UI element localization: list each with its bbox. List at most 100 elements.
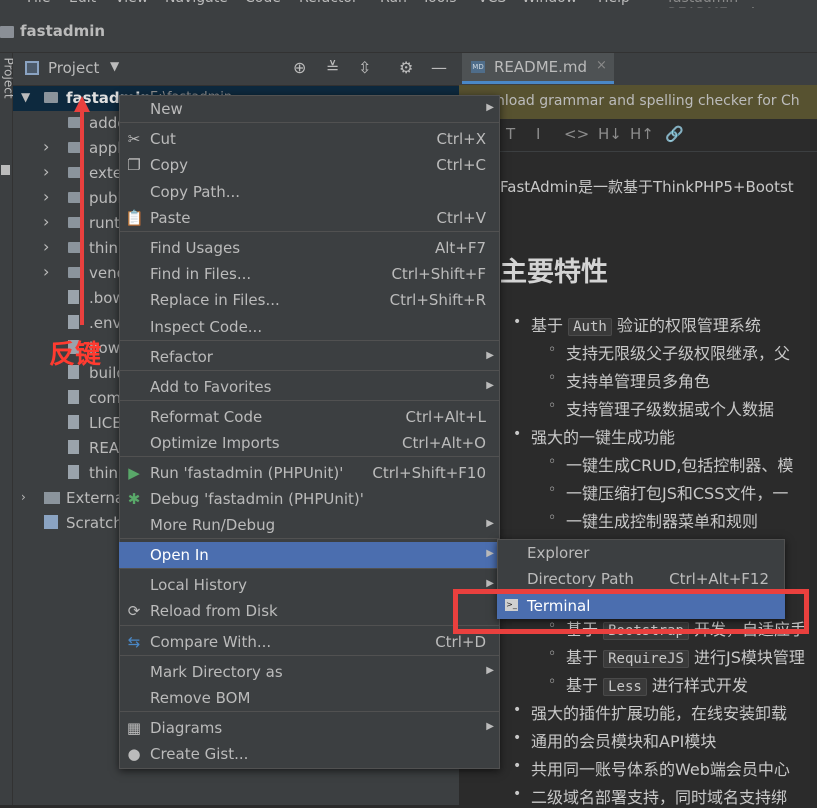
chevron-down-icon[interactable]: ▼ <box>21 90 30 104</box>
chevron-right-icon[interactable]: › <box>43 262 49 281</box>
menu-separator <box>120 538 499 539</box>
chevron-down-icon[interactable]: ▼ <box>110 59 119 73</box>
expand-all-icon[interactable]: ≚ <box>326 58 339 77</box>
menu-item-copy-path[interactable]: Copy Path... <box>119 179 500 205</box>
menu-item-label: Diagrams <box>150 719 223 737</box>
list-bullet: ◦ <box>548 370 557 386</box>
menu-item-run-fastadmin-phpunit[interactable]: ▶ Run 'fastadmin (PHPUnit)' Ctrl+Shift+F10 <box>119 460 500 486</box>
chevron-right-icon[interactable]: › <box>43 187 49 206</box>
list-item-text: 基于 <box>531 316 569 335</box>
menu-item-find-in-files[interactable]: Find in Files... Ctrl+Shift+F <box>119 261 500 287</box>
menu-separator <box>120 122 499 123</box>
list-item-text: 支持单管理员多角色 <box>566 372 711 391</box>
menu-separator <box>120 625 499 626</box>
structure-tool-icon[interactable] <box>1 165 10 175</box>
menu-edit[interactable]: Edit <box>69 0 96 6</box>
menu-item-add-to-favorites[interactable]: Add to Favorites ▶ <box>119 374 500 400</box>
project-title: fastadmin <box>20 22 106 40</box>
chevron-right-icon[interactable]: › <box>43 162 49 181</box>
tab-readme[interactable]: MD README.md × <box>462 53 614 84</box>
collapse-all-icon[interactable]: ⇳ <box>358 58 371 77</box>
chevron-right-icon[interactable]: › <box>43 212 49 231</box>
list-bullet: • <box>513 702 522 718</box>
menu-item-cut[interactable]: ✂ Cut Ctrl+X <box>119 126 500 152</box>
submenu-arrow-icon: ▶ <box>486 102 494 113</box>
menu-item-inspect-code[interactable]: Inspect Code... <box>119 314 500 340</box>
editor-tab-bar: MD README.md × <box>459 53 817 86</box>
menu-file[interactable]: File <box>27 0 50 6</box>
diagrams-icon: ▦ <box>126 719 142 737</box>
link-icon[interactable]: 🔗 <box>665 125 684 143</box>
menu-tools[interactable]: Tools <box>422 0 457 6</box>
menu-item-copy[interactable]: ❐ Copy Ctrl+C <box>119 152 500 178</box>
submenu-item-explorer[interactable]: Explorer <box>497 540 785 566</box>
list-bullet: • <box>513 426 522 442</box>
project-view-icon <box>25 61 39 75</box>
menu-item-new[interactable]: New ▶ <box>119 96 500 122</box>
chevron-right-icon[interactable]: › <box>43 137 49 156</box>
menu-item-local-history[interactable]: Local History ▶ <box>119 572 500 598</box>
submenu-arrow-icon: ▶ <box>486 380 494 391</box>
menu-item-diagrams[interactable]: ▦ Diagrams ▶ <box>119 715 500 741</box>
menu-code[interactable]: Code <box>245 0 281 6</box>
list-item-text: 支持无限级父子级权限继承，父 <box>566 344 791 363</box>
menu-item-open-in[interactable]: Open In ▶ <box>119 542 500 568</box>
menu-item-shortcut: Ctrl+D <box>435 633 486 651</box>
menu-item-reformat-code[interactable]: Reformat Code Ctrl+Alt+L <box>119 404 500 430</box>
project-panel-title[interactable]: Project <box>48 59 99 77</box>
menu-vcs[interactable]: VCS <box>478 0 506 6</box>
submenu-arrow-icon: ▶ <box>486 665 494 676</box>
menu-item-label: Add to Favorites <box>150 378 272 396</box>
menu-item-label: Find Usages <box>150 239 241 257</box>
file-icon <box>68 415 79 429</box>
menu-separator <box>120 456 499 457</box>
chevron-right-icon[interactable]: › <box>21 490 26 504</box>
menu-item-reload-from-disk[interactable]: ⟳ Reload from Disk <box>119 598 500 624</box>
menu-separator <box>120 231 499 232</box>
menu-navigate[interactable]: Navigate <box>165 0 228 6</box>
menu-item-debug-fastadmin-phpunit[interactable]: ✱ Debug 'fastadmin (PHPUnit)' <box>119 486 500 512</box>
list-item-text: 强大的插件扩展功能，在线安装卸载 <box>531 704 788 723</box>
menu-item-optimize-imports[interactable]: Optimize Imports Ctrl+Alt+O <box>119 430 500 456</box>
menu-item-mark-directory-as[interactable]: Mark Directory as ▶ <box>119 659 500 685</box>
header-down-icon[interactable]: H↓ <box>598 125 622 143</box>
menu-item-paste[interactable]: 📋 Paste Ctrl+V <box>119 205 500 231</box>
menu-item-more-run-debug[interactable]: More Run/Debug ▶ <box>119 512 500 538</box>
folder-icon <box>44 92 58 103</box>
menu-item-compare-with[interactable]: ⇆ Compare With... Ctrl+D <box>119 629 500 655</box>
strikethrough-icon[interactable]: T <box>506 125 515 143</box>
settings-icon[interactable]: ⚙ <box>399 58 413 77</box>
submenu-arrow-icon: ▶ <box>486 350 494 361</box>
close-icon[interactable]: × <box>596 58 607 73</box>
menu-item-create-gist[interactable]: ● Create Gist... <box>119 741 500 767</box>
menu-item-refactor[interactable]: Refactor ▶ <box>119 344 500 370</box>
copy-icon: ❐ <box>127 156 141 174</box>
menu-run[interactable]: Run <box>380 0 407 6</box>
menu-item-label: Mark Directory as <box>150 663 283 681</box>
chevron-right-icon[interactable]: › <box>43 237 49 256</box>
locate-icon[interactable]: ⊕ <box>293 58 306 77</box>
list-item: 基于 RequireJS 进行JS模块管理 <box>566 644 805 668</box>
italic-icon[interactable]: I <box>536 125 540 143</box>
menu-item-replace-in-files[interactable]: Replace in Files... Ctrl+Shift+R <box>119 287 500 313</box>
header-up-icon[interactable]: H↑ <box>630 125 654 143</box>
minimize-icon[interactable]: — <box>431 58 447 77</box>
menu-item-find-usages[interactable]: Find Usages Alt+F7 <box>119 235 500 261</box>
file-icon <box>68 390 79 404</box>
menu-item-remove-bom[interactable]: Remove BOM <box>119 685 500 711</box>
menu-help[interactable]: Help <box>598 0 630 6</box>
menu-refactor[interactable]: Refactor <box>299 0 358 6</box>
code-icon[interactable]: <> <box>564 125 589 143</box>
menu-window[interactable]: Window <box>522 0 577 6</box>
list-item-text: 一键生成CRUD,包括控制器、模 <box>566 456 794 475</box>
markdown-toolbar: T I <> H↓ H↑ 🔗 <box>459 119 817 152</box>
menu-view[interactable]: View <box>115 0 148 6</box>
list-item: 支持无限级父子级权限继承，父 <box>566 340 790 364</box>
markdown-preview: FastAdmin是一款基于ThinkPHP5+Bootst 主要特性 • 基于 … <box>459 152 817 807</box>
project-panel-header: Project ▼ ⊕ ≚ ⇳ ⚙ — <box>13 53 459 86</box>
plugin-notice-bar[interactable]: nload grammar and spelling checker for C… <box>459 85 817 119</box>
menu-item-shortcut: Ctrl+Shift+F <box>391 265 486 283</box>
annotation-arrow-head <box>74 96 90 112</box>
menu-item-label: Debug 'fastadmin (PHPUnit)' <box>150 490 364 508</box>
menubar: File Edit View Navigate Code Refactor Run Tools… <box>0 0 817 8</box>
